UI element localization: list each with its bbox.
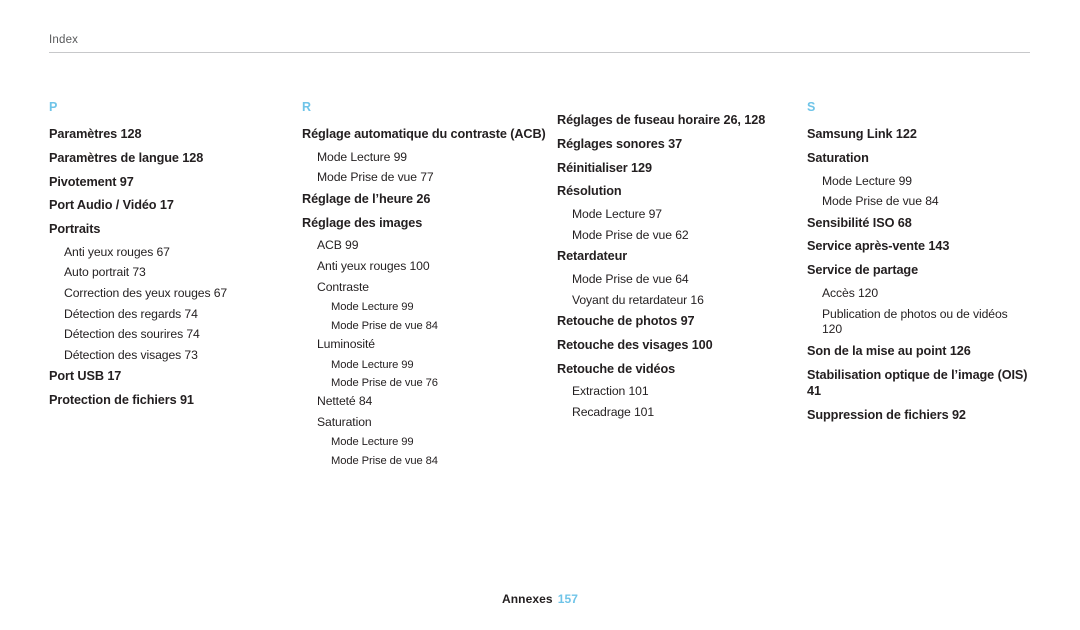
index-entry: Mode Prise de vue 77 <box>317 170 434 185</box>
index-entry: Réglage des images <box>302 215 423 230</box>
section-letter: P <box>49 100 58 114</box>
index-entry: Détection des sourires 74 <box>64 327 200 342</box>
index-entry: Mode Prise de vue 84 <box>331 454 438 467</box>
header-label: Index <box>49 34 79 46</box>
entry-list-p: Paramètres 128 Paramètres de langue 128 Pi… <box>49 126 302 408</box>
index-entry: Mode Lecture 99 <box>331 358 414 371</box>
index-entry: Paramètres de langue 128 <box>49 150 204 165</box>
index-entry: Réglage de l’heure 26 <box>302 191 431 206</box>
index-entry: Voyant du retardateur 16 <box>572 292 704 307</box>
index-entry: Détection des regards 74 <box>64 306 198 321</box>
index-entry: Publication de photos ou de vidéos 120 <box>822 306 1008 337</box>
index-entry: ACB 99 <box>317 238 359 253</box>
index-entry: Mode Prise de vue 62 <box>572 227 689 242</box>
index-entry: Mode Prise de vue 76 <box>331 376 438 389</box>
index-entry: Réglages de fuseau horaire 26, 128 <box>557 113 766 127</box>
entry-list-r: Réglage automatique du contraste (ACB) Mo… <box>302 126 557 468</box>
index-columns: P Paramètres 128 Paramètres de langue 128… <box>49 100 1030 472</box>
index-entry: Service de partage <box>807 263 919 278</box>
index-entry: Mode Lecture 97 <box>572 207 662 221</box>
index-entry: Retardateur <box>557 249 628 264</box>
index-entry: Protection de fichiers 91 <box>49 393 194 408</box>
index-entry: Mode Lecture 99 <box>331 436 414 449</box>
index-entry: Correction des yeux rouges 67 <box>64 285 228 300</box>
index-entry: Anti yeux rouges 67 <box>64 244 170 259</box>
entry-list-s: Samsung Link 122 Saturation Mode Lecture 9… <box>807 126 1030 423</box>
index-entry: Réglages sonores 37 <box>557 136 683 151</box>
index-entry: Netteté 84 <box>317 394 373 409</box>
index-entry: Détection des visages 73 <box>64 347 198 362</box>
index-entry: Retouche de photos 97 <box>557 314 695 329</box>
index-entry: Recadrage 101 <box>572 405 655 420</box>
index-entry: Pivotement 97 <box>49 174 134 189</box>
index-entry: Mode Lecture 99 <box>331 301 414 314</box>
index-entry: Extraction 101 <box>572 384 649 399</box>
index-entry: Réglage automatique du contraste (ACB) <box>302 127 546 141</box>
index-entry: Port Audio / Vidéo 17 <box>49 198 174 213</box>
index-entry: Suppression de fichiers 92 <box>807 407 966 422</box>
header-divider <box>49 52 1030 53</box>
index-entry: Stabilisation optique de l’image (OIS) 4… <box>807 367 1028 398</box>
index-entry: Mode Lecture 99 <box>822 173 912 188</box>
index-column-r: R Réglage automatique du contraste (ACB)… <box>302 100 557 472</box>
index-entry: Saturation <box>317 414 372 429</box>
index-page: Index P Paramètres 128 Paramètres de lang… <box>0 0 1080 630</box>
index-entry: Mode Prise de vue 64 <box>572 271 689 286</box>
index-column-p: P Paramètres 128 Paramètres de langue 128… <box>49 100 302 472</box>
index-entry: Service après-vente 143 <box>807 239 950 254</box>
index-entry: Mode Prise de vue 84 <box>822 194 939 209</box>
index-entry: Contraste <box>317 279 369 294</box>
page-footer: Annexes 157 <box>0 592 1080 606</box>
index-entry: Résolution <box>557 184 622 199</box>
index-entry: Réinitialiser 129 <box>557 160 652 175</box>
index-entry: Paramètres 128 <box>49 127 142 141</box>
index-entry: Luminosité <box>317 336 375 351</box>
index-entry: Retouche des visages 100 <box>557 337 713 352</box>
index-entry: Auto portrait 73 <box>64 265 146 280</box>
index-column-r-cont: Réglages de fuseau horaire 26, 128 Réglag… <box>557 100 807 472</box>
footer-page-number: 157 <box>557 592 579 606</box>
footer-section-label: Annexes <box>501 592 553 606</box>
index-entry: Mode Prise de vue 84 <box>331 319 438 332</box>
index-entry: Retouche de vidéos <box>557 361 676 376</box>
index-entry: Mode Lecture 99 <box>317 149 407 164</box>
index-entry: Samsung Link 122 <box>807 127 917 141</box>
index-entry: Son de la mise au point 126 <box>807 343 971 358</box>
index-entry: Saturation <box>807 150 869 165</box>
entry-list-r-cont: Réglages de fuseau horaire 26, 128 Réglag… <box>557 112 807 421</box>
index-entry: Portraits <box>49 222 101 236</box>
index-entry: Sensibilité ISO 68 <box>807 215 912 230</box>
section-letter: R <box>302 100 312 114</box>
index-column-s: S Samsung Link 122 Saturation Mode Lecture… <box>807 100 1030 472</box>
index-entry: Anti yeux rouges 100 <box>317 259 430 274</box>
page-header: Index <box>49 34 1030 53</box>
index-entry: Port USB 17 <box>49 369 122 384</box>
index-entry: Accès 120 <box>822 285 879 300</box>
section-letter: S <box>807 100 816 114</box>
